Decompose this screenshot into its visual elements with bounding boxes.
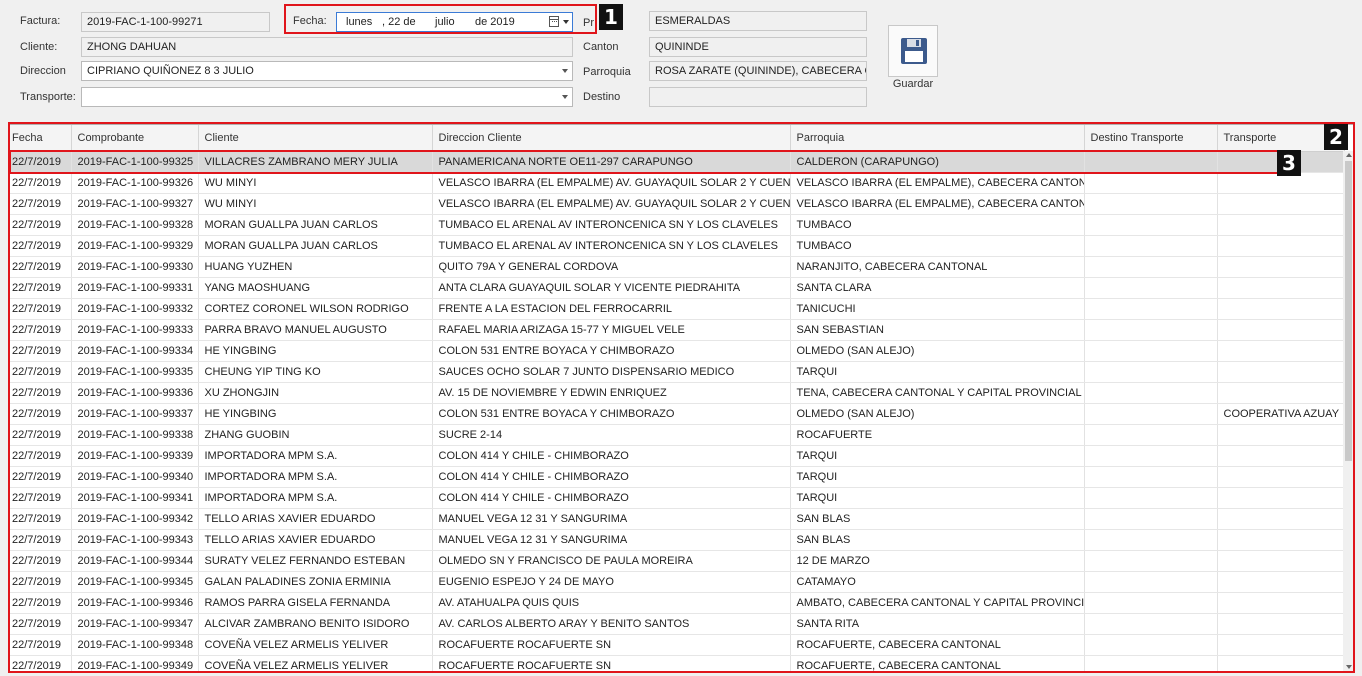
- annotation-box-1: [284, 4, 597, 34]
- annotation-badge-2: 2: [1324, 124, 1348, 150]
- chevron-down-icon[interactable]: [562, 69, 568, 73]
- annotation-box-2: [8, 122, 1355, 673]
- destino-label: Destino: [583, 91, 621, 103]
- parroquia-field[interactable]: ROSA ZARATE (QUININDE), CABECERA CA: [649, 61, 867, 81]
- direccion-label: Direccion: [20, 65, 66, 77]
- annotation-box-3: [9, 150, 1300, 174]
- save-button-label[interactable]: Guardar: [890, 78, 936, 90]
- annotation-badge-3: 3: [1277, 150, 1301, 176]
- canton-field[interactable]: QUININDE: [649, 37, 867, 57]
- direccion-combo[interactable]: CIPRIANO QUIÑONEZ 8 3 JULIO: [81, 61, 573, 81]
- chevron-down-icon[interactable]: [562, 95, 568, 99]
- provincia-field[interactable]: ESMERALDAS: [649, 11, 867, 31]
- transporte-label: Transporte:: [20, 91, 76, 103]
- cliente-field[interactable]: ZHONG DAHUAN: [81, 37, 573, 57]
- transporte-combo[interactable]: [81, 87, 573, 107]
- save-button[interactable]: [888, 25, 938, 77]
- destino-field[interactable]: [649, 87, 867, 107]
- parroquia-label: Parroquia: [583, 66, 631, 78]
- factura-label: Factura:: [20, 15, 61, 27]
- annotation-badge-1: 1: [599, 4, 623, 30]
- direccion-value: CIPRIANO QUIÑONEZ 8 3 JULIO: [87, 65, 254, 77]
- factura-field[interactable]: 2019-FAC-1-100-99271: [81, 12, 270, 32]
- floppy-disk-icon: [901, 38, 927, 64]
- canton-label: Canton: [583, 41, 619, 53]
- cliente-label: Cliente:: [20, 41, 58, 53]
